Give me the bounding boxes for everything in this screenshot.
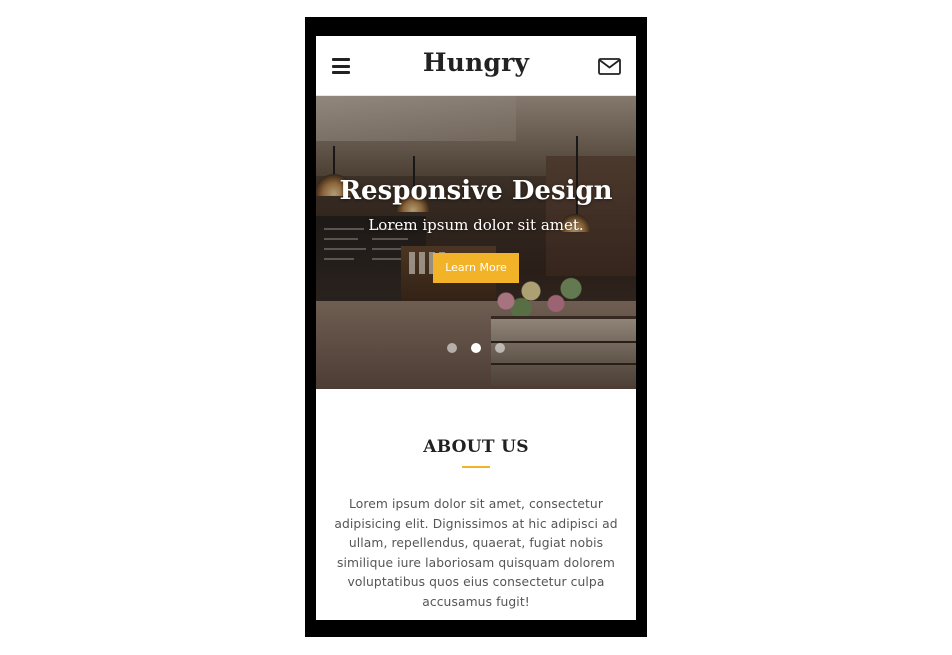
brand-logo[interactable]: Hungry xyxy=(316,48,636,77)
slider-dot-1[interactable] xyxy=(447,343,457,353)
phone-screen: Hungry Responsive Design Lorem ipsum dol… xyxy=(316,36,636,620)
phone-frame: Hungry Responsive Design Lorem ipsum dol… xyxy=(305,17,647,637)
hero-title: Responsive Design xyxy=(339,176,613,206)
about-us-heading: ABOUT US xyxy=(423,437,529,457)
hero-slider: Responsive Design Lorem ipsum dolor sit … xyxy=(316,96,636,389)
heading-underline xyxy=(462,466,490,468)
slider-dot-3[interactable] xyxy=(495,343,505,353)
hero-subtitle: Lorem ipsum dolor sit amet. xyxy=(368,216,584,234)
envelope-icon[interactable] xyxy=(598,58,621,75)
about-us-text: Lorem ipsum dolor sit amet, consectetur … xyxy=(334,497,618,609)
slider-indicators xyxy=(316,343,636,353)
slider-dot-2[interactable] xyxy=(471,343,481,353)
learn-more-button[interactable]: Learn More xyxy=(433,253,519,283)
navbar: Hungry xyxy=(316,36,636,96)
